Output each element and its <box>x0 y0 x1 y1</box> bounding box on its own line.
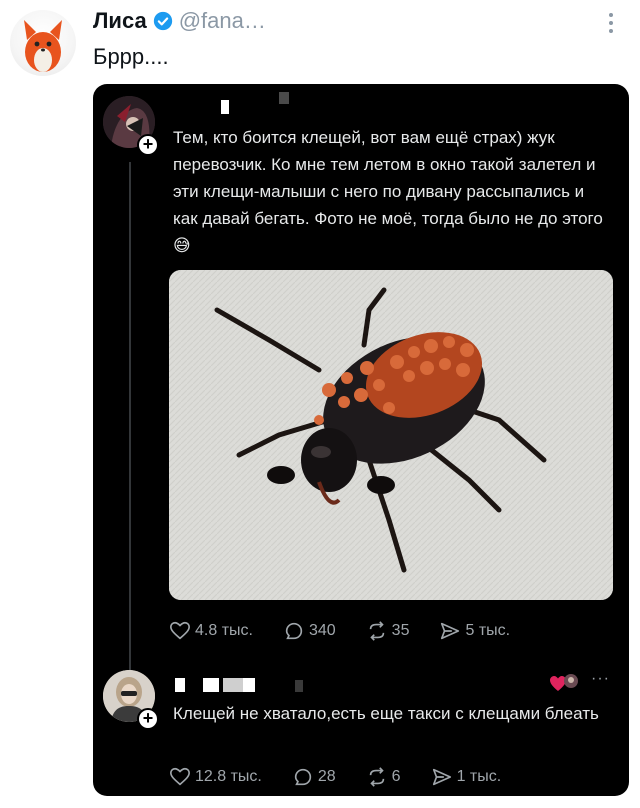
redacted-name <box>223 678 243 692</box>
redacted-name <box>175 678 185 692</box>
more-options-icon[interactable] <box>604 10 618 36</box>
repost-icon <box>369 621 384 641</box>
outer-tweet-text: Бррр.... <box>93 44 169 69</box>
redacted-name <box>221 100 229 114</box>
follow-plus-icon[interactable]: + <box>137 134 159 156</box>
redacted-name <box>203 678 219 692</box>
views-button[interactable]: 1 тыс. <box>431 766 502 788</box>
heart-icon <box>170 621 190 640</box>
follow-plus-icon[interactable]: + <box>137 708 159 730</box>
views-count: 1 тыс. <box>456 768 502 785</box>
reply-count: 28 <box>317 768 336 785</box>
more-options-icon[interactable]: ··· <box>591 670 610 688</box>
redacted-handle <box>295 680 303 692</box>
comment-icon <box>294 768 312 786</box>
redacted-handle <box>279 92 289 104</box>
outer-avatar[interactable] <box>10 10 76 76</box>
views-button[interactable]: 5 тыс. <box>439 620 510 642</box>
repost-count: 35 <box>391 622 410 639</box>
author-liked-icon <box>550 674 578 691</box>
thread-line <box>129 162 131 672</box>
views-count: 5 тыс. <box>465 622 511 639</box>
embedded-screenshot: + Тем, кто боится клещей, вот вам ещё ст… <box>93 84 629 796</box>
post-action-bar: 4.8 тыс. 340 35 5 тыс. <box>169 620 510 642</box>
repost-count: 6 <box>391 768 401 785</box>
repost-icon <box>369 767 384 787</box>
outer-display-name[interactable]: Лиса <box>93 8 147 34</box>
comment-icon <box>285 622 303 640</box>
like-button[interactable]: 4.8 тыс. <box>169 620 253 642</box>
send-icon <box>441 622 460 640</box>
like-count: 12.8 тыс. <box>195 768 262 785</box>
fox-avatar-image <box>24 20 62 72</box>
reply-button[interactable]: 28 <box>292 766 336 788</box>
like-button[interactable]: 12.8 тыс. <box>169 766 262 788</box>
reply-action-bar: 12.8 тыс. 28 6 1 тыс. <box>169 766 501 788</box>
redacted-name <box>243 678 255 692</box>
reply-button[interactable]: 340 <box>283 620 336 642</box>
heart-icon <box>170 767 190 786</box>
reply-text: Клещей не хватало,есть еще такси с клеща… <box>173 704 599 723</box>
repost-button[interactable]: 35 <box>366 620 410 642</box>
reply-count: 340 <box>308 622 336 639</box>
outer-header: Лиса @fana… <box>93 8 266 34</box>
outer-handle[interactable]: @fana… <box>179 8 266 34</box>
like-count: 4.8 тыс. <box>195 622 253 639</box>
verified-badge-icon <box>153 11 172 31</box>
send-icon <box>432 768 451 786</box>
beetle-photo[interactable] <box>169 270 613 600</box>
post-text: Тем, кто боится клещей, вот вам ещё стра… <box>173 128 603 255</box>
repost-button[interactable]: 6 <box>366 766 401 788</box>
